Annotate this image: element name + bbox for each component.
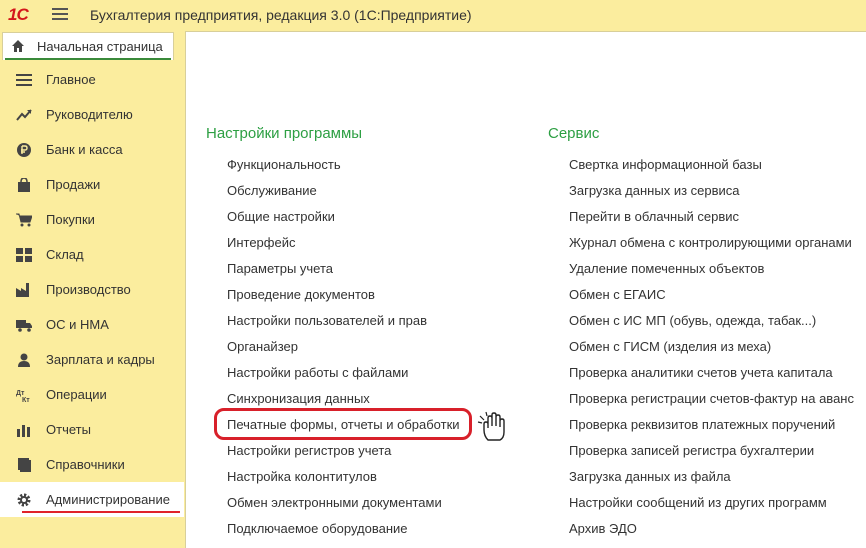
- grid-icon: [16, 248, 32, 262]
- service-link[interactable]: Обмен с ИС МП (обувь, одежда, табак...): [569, 313, 816, 328]
- ruble-icon: [17, 143, 31, 157]
- sidebar-item-label: Главное: [46, 72, 96, 87]
- settings-link[interactable]: Органайзер: [227, 339, 298, 354]
- sidebar-item-label: Продажи: [46, 177, 101, 192]
- book-icon: [18, 458, 31, 472]
- service-link[interactable]: Загрузка данных из файла: [569, 469, 731, 484]
- service-link[interactable]: Проверка реквизитов платежных поручений: [569, 417, 835, 432]
- sidebar-item-operations[interactable]: Дт Кт Операции: [0, 377, 184, 412]
- sidebar-item-label: Операции: [46, 387, 107, 402]
- sidebar-item-manager[interactable]: Руководителю: [0, 97, 184, 132]
- settings-link[interactable]: Синхронизация данных: [227, 391, 370, 406]
- service-link[interactable]: Перейти в облачный сервис: [569, 209, 739, 224]
- dt-kt-icon: ДтКт: [16, 390, 30, 402]
- sidebar-item-label: Покупки: [46, 212, 95, 227]
- person-icon: [18, 353, 30, 367]
- service-link[interactable]: Проверка аналитики счетов учета капитала: [569, 365, 833, 380]
- bar-chart-icon: [17, 425, 30, 437]
- sidebar-item-salary[interactable]: Зарплата и кадры: [0, 342, 184, 377]
- settings-section-title: Настройки программы: [206, 125, 363, 142]
- app-title: Бухгалтерия предприятия, редакция 3.0 (1…: [90, 7, 472, 23]
- sidebar-item-bank[interactable]: Банк и касса: [0, 132, 184, 167]
- sidebar-item-production[interactable]: Производство: [0, 272, 184, 307]
- active-item-red-underline: [22, 511, 180, 513]
- settings-link[interactable]: Обслуживание: [227, 183, 317, 198]
- sidebar-item-label: Склад: [46, 247, 84, 262]
- hand-pointer-icon: [477, 411, 505, 441]
- sidebar-item-label: Администрирование: [46, 492, 170, 507]
- settings-link[interactable]: Интерфейс: [227, 235, 295, 250]
- settings-link[interactable]: Настройки регистров учета: [227, 443, 391, 458]
- service-link[interactable]: Архив ЭДО: [569, 521, 637, 536]
- settings-link[interactable]: Обмен электронными документами: [227, 495, 442, 510]
- tab-home-label: Начальная страница: [37, 39, 163, 54]
- factory-icon: [16, 283, 29, 297]
- service-link[interactable]: Журнал обмена с контролирующими органами: [569, 235, 852, 250]
- sidebar-item-label: Банк и касса: [46, 142, 123, 157]
- service-link[interactable]: Удаление помеченных объектов: [569, 261, 764, 276]
- title-bar: 1С Бухгалтерия предприятия, редакция 3.0…: [0, 0, 866, 30]
- trend-icon: [16, 109, 32, 121]
- settings-link[interactable]: Общие настройки: [227, 209, 335, 224]
- tab-home[interactable]: Начальная страница: [2, 32, 174, 60]
- home-icon: [12, 40, 24, 52]
- sidebar-item-warehouse[interactable]: Склад: [0, 237, 184, 272]
- sidebar-item-label: Производство: [46, 282, 131, 297]
- sidebar-item-label: Справочники: [46, 457, 125, 472]
- sidebar-item-label: ОС и НМА: [46, 317, 109, 332]
- truck-icon: [16, 320, 32, 332]
- settings-link[interactable]: Параметры учета: [227, 261, 333, 276]
- settings-link[interactable]: Подключаемое оборудование: [227, 521, 408, 536]
- service-link[interactable]: Проверка регистрации счетов-фактур на ав…: [569, 391, 854, 406]
- list-icon: [16, 74, 32, 86]
- active-tab-underline: [5, 58, 171, 60]
- sidebar-item-fixed-assets[interactable]: ОС и НМА: [0, 307, 184, 342]
- bag-icon: [18, 178, 30, 192]
- svg-text:Дт: Дт: [16, 390, 25, 397]
- sidebar-item-reports[interactable]: Отчеты: [0, 412, 184, 447]
- sidebar-item-label: Зарплата и кадры: [46, 352, 155, 367]
- service-link[interactable]: Проверка записей регистра бухгалтерии: [569, 443, 814, 458]
- service-link[interactable]: Свертка информационной базы: [569, 157, 762, 172]
- service-section-title: Сервис: [548, 125, 600, 142]
- sidebar-item-main[interactable]: Главное: [0, 62, 184, 97]
- cart-icon: [16, 213, 32, 227]
- svg-text:Кт: Кт: [22, 397, 30, 402]
- sidebar-item-label: Руководителю: [46, 107, 133, 122]
- gear-icon: [17, 493, 31, 507]
- settings-link[interactable]: Функциональность: [227, 157, 341, 172]
- sidebar-item-directories[interactable]: Справочники: [0, 447, 184, 482]
- sidebar: Главное Руководителю Банк и касса Продаж…: [0, 62, 184, 548]
- highlight-red-oval: [214, 408, 472, 440]
- sidebar-item-sales[interactable]: Продажи: [0, 167, 184, 202]
- hamburger-menu-icon[interactable]: [52, 8, 68, 22]
- settings-link[interactable]: Настройка колонтитулов: [227, 469, 377, 484]
- sidebar-item-label: Отчеты: [46, 422, 91, 437]
- settings-link[interactable]: Настройки пользователей и прав: [227, 313, 427, 328]
- service-link[interactable]: Загрузка данных из сервиса: [569, 183, 740, 198]
- service-link[interactable]: Обмен с ГИСМ (изделия из меха): [569, 339, 771, 354]
- settings-link[interactable]: Проведение документов: [227, 287, 375, 302]
- sidebar-item-purchases[interactable]: Покупки: [0, 202, 184, 237]
- 1c-logo: 1С: [8, 5, 29, 24]
- settings-link[interactable]: Настройки работы с файлами: [227, 365, 408, 380]
- service-link[interactable]: Настройки сообщений из других программ: [569, 495, 827, 510]
- service-link[interactable]: Обмен с ЕГАИС: [569, 287, 666, 302]
